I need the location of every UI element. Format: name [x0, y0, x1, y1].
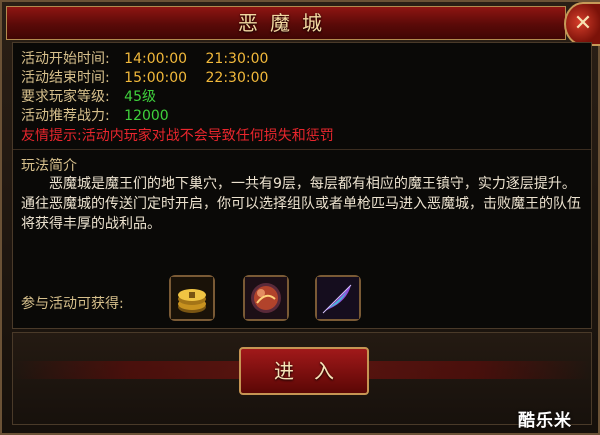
section-description: 恶魔城是魔王们的地下巢穴，一共有9层，每层都有相应的魔王镇守，实力逐层提升。通往…: [21, 174, 581, 234]
rewards-label: 参与活动可获得:: [21, 296, 124, 312]
level-label: 要求玩家等级:: [21, 89, 110, 105]
action-bar: 进入: [12, 332, 592, 425]
divider: [13, 149, 591, 150]
enter-button[interactable]: 进入: [239, 347, 369, 395]
close-icon: ✕: [573, 11, 593, 36]
end-time-1: 15:00:00: [124, 70, 188, 86]
start-time-label: 活动开始时间:: [21, 51, 110, 67]
power-value: 12000: [124, 108, 169, 124]
level-row: 要求玩家等级: 45级: [21, 86, 156, 106]
dialog-title: 恶魔城: [238, 11, 334, 35]
end-time-row: 活动结束时间: 15:00:00 22:30:00: [21, 67, 268, 87]
close-button[interactable]: ✕: [564, 2, 600, 46]
power-label: 活动推荐战力:: [21, 108, 110, 124]
start-time-1: 14:00:00: [124, 51, 188, 67]
power-row: 活动推荐战力: 12000: [21, 105, 169, 125]
reward-slot-coin[interactable]: [169, 275, 215, 321]
watermark: 酷乐米: [518, 411, 572, 431]
end-time-label: 活动结束时间:: [21, 70, 110, 86]
section-heading: 玩法简介: [21, 158, 77, 174]
description-text: 恶魔城是魔王们的地下巢穴，一共有9层，每层都有相应的魔王镇守，实力逐层提升。通往…: [21, 176, 581, 232]
friendly-tip: 友情提示:活动内玩家对战不会导致任何损失和惩罚: [21, 128, 334, 144]
level-value: 45级: [124, 89, 156, 105]
orb-icon: [245, 277, 287, 319]
end-time-2: 22:30:00: [205, 70, 269, 86]
reward-slot-feather[interactable]: [315, 275, 361, 321]
dialog-window: 恶魔城 ✕ 活动开始时间: 14:00:00 21:30:00 活动结束时间: …: [0, 0, 600, 435]
gold-coin-icon: [171, 277, 213, 319]
start-time-row: 活动开始时间: 14:00:00 21:30:00: [21, 48, 268, 68]
reward-slot-orb[interactable]: [243, 275, 289, 321]
info-panel: 活动开始时间: 14:00:00 21:30:00 活动结束时间: 15:00:…: [12, 42, 592, 329]
title-bar: 恶魔城: [6, 6, 566, 40]
feather-icon: [317, 277, 359, 319]
start-time-2: 21:30:00: [205, 51, 269, 67]
